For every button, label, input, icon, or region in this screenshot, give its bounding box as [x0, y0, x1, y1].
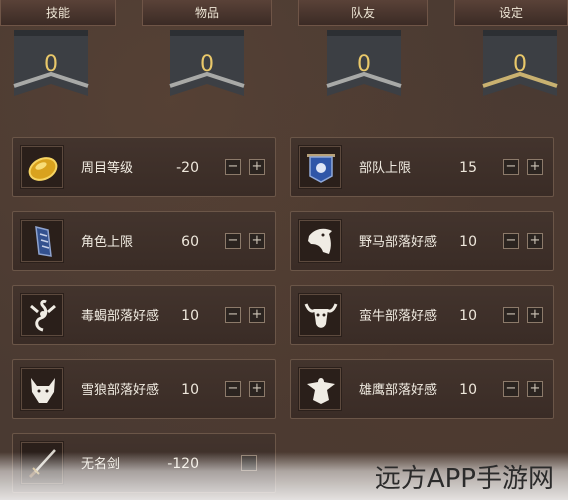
increase-button[interactable]: + [249, 307, 265, 323]
purple-moon-icon [485, 235, 492, 249]
eagle-icon [307, 378, 335, 404]
item-value: 10 [459, 382, 477, 398]
scorpion-icon [30, 299, 56, 332]
item-card-eagle-tribe: 雄鹰部落好感 10 − + [290, 359, 554, 419]
increase-button[interactable]: + [527, 159, 543, 175]
item-value: 10 [181, 382, 199, 398]
item-name: 角色上限 [81, 234, 134, 250]
decrease-button[interactable]: − [225, 233, 241, 249]
item-card-troop-limit: 部队上限 15 − + [290, 137, 554, 197]
purple-moon-icon [485, 309, 492, 323]
item-name: 周目等级 [81, 160, 134, 176]
points-value: 0 [357, 52, 371, 77]
purple-moon-icon [485, 383, 492, 397]
item-value: 10 [181, 308, 199, 324]
increase-button[interactable]: + [527, 307, 543, 323]
tab-skills[interactable]: 技能 [0, 0, 116, 26]
wolf-head-icon [31, 378, 55, 403]
tab-settings[interactable]: 设定 [454, 0, 568, 26]
decrease-button[interactable]: − [225, 159, 241, 175]
increase-button[interactable]: + [249, 159, 265, 175]
item-card-bull-tribe: 蛮牛部落好感 10 − + [290, 285, 554, 345]
site-watermark: 远方APP手游网 [374, 464, 554, 494]
increase-button[interactable]: + [527, 381, 543, 397]
blue-banner-icon [35, 226, 52, 257]
item-icon-frame [20, 145, 64, 189]
item-card-cycle-level: 周目等级 -20 − + [12, 137, 276, 197]
tab-items[interactable]: 物品 [142, 0, 272, 26]
item-card-scorpion-tribe: 毒蝎部落好感 10 − + [12, 285, 276, 345]
item-name: 野马部落好感 [359, 234, 438, 250]
item-value: 10 [459, 234, 477, 250]
decrease-button[interactable]: − [503, 307, 519, 323]
points-value: 0 [200, 52, 214, 77]
points-banner-2: 0 [168, 30, 246, 108]
tab-teammates[interactable]: 队友 [298, 0, 428, 26]
item-name: 蛮牛部落好感 [359, 308, 438, 324]
purple-moon-icon [207, 383, 214, 397]
item-name: 部队上限 [359, 160, 412, 176]
item-name: 毒蝎部落好感 [81, 308, 160, 324]
item-icon-frame [298, 293, 342, 337]
decrease-button[interactable]: − [503, 159, 519, 175]
item-name: 雪狼部落好感 [81, 382, 160, 398]
horse-head-icon [308, 228, 332, 254]
decrease-button[interactable]: − [225, 381, 241, 397]
points-banner-4: 0 [481, 30, 559, 108]
purple-moon-icon [485, 161, 492, 175]
item-name: 雄鹰部落好感 [359, 382, 438, 398]
increase-button[interactable]: + [527, 233, 543, 249]
bull-head-icon [304, 303, 338, 328]
item-value: -20 [176, 160, 199, 176]
decrease-button[interactable]: − [225, 307, 241, 323]
top-tab-bar: 技能 物品 队友 设定 [0, 0, 568, 28]
blue-flag-icon [307, 154, 335, 183]
purple-moon-icon [207, 309, 214, 323]
increase-button[interactable]: + [249, 381, 265, 397]
points-value: 0 [44, 52, 58, 77]
item-icon-frame [298, 219, 342, 263]
item-icon-frame [298, 145, 342, 189]
points-banner-3: 0 [325, 30, 403, 108]
item-icon-frame [298, 367, 342, 411]
purple-moon-icon [207, 235, 214, 249]
item-value: 60 [181, 234, 199, 250]
purple-moon-icon [207, 161, 214, 175]
gold-coin-icon [28, 157, 58, 181]
decrease-button[interactable]: − [503, 233, 519, 249]
item-icon-frame [20, 219, 64, 263]
item-card-snow-wolf-tribe: 雪狼部落好感 10 − + [12, 359, 276, 419]
item-icon-frame [20, 367, 64, 411]
item-value: 15 [459, 160, 477, 176]
item-card-wild-horse-tribe: 野马部落好感 10 − + [290, 211, 554, 271]
points-value: 0 [513, 52, 527, 77]
item-value: 10 [459, 308, 477, 324]
increase-button[interactable]: + [249, 233, 265, 249]
decrease-button[interactable]: − [503, 381, 519, 397]
points-banner-1: 0 [12, 30, 90, 108]
item-card-character-limit: 角色上限 60 − + [12, 211, 276, 271]
item-icon-frame [20, 293, 64, 337]
